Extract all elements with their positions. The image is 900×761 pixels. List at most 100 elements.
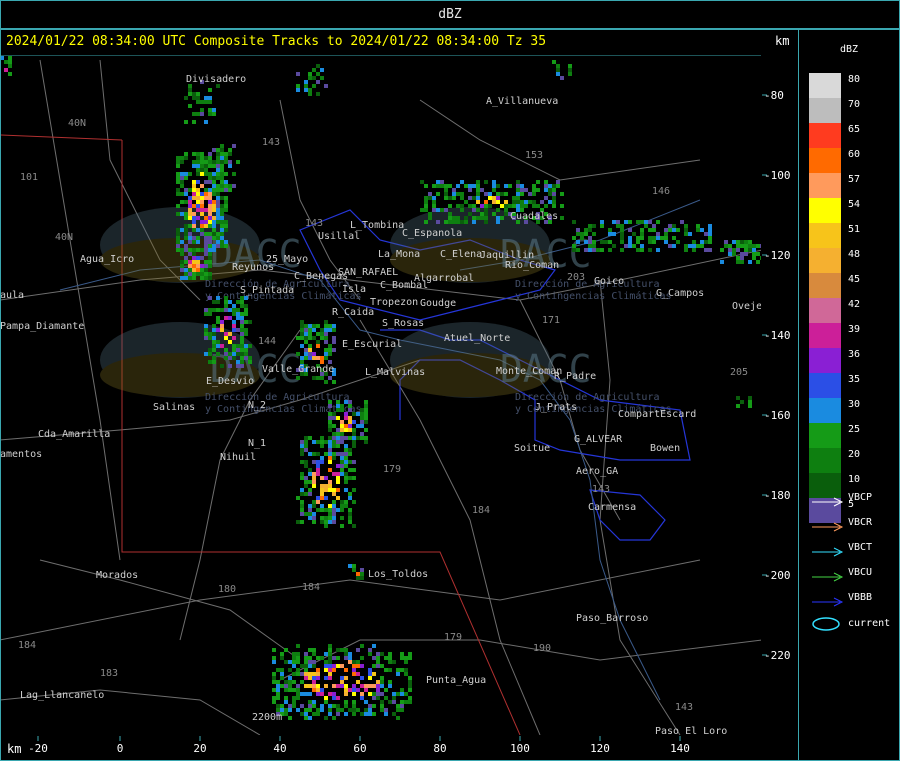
echo-pixel	[688, 232, 692, 236]
echo-pixel	[544, 204, 548, 208]
echo-pixel	[372, 644, 376, 648]
echo-pixel	[304, 484, 308, 488]
legend-swatch	[809, 98, 841, 123]
radar-map[interactable]: DACCDACCDACCDACCDirección de Agricultura…	[0, 0, 900, 761]
echo-pixel	[332, 436, 336, 440]
echo-pixel	[212, 340, 216, 344]
echo-pixel	[748, 404, 752, 408]
echo-pixel	[228, 188, 232, 192]
echo-pixel	[324, 488, 328, 492]
echo-pixel	[232, 352, 236, 356]
echo-pixel	[212, 356, 216, 360]
echo-pixel	[404, 672, 408, 676]
echo-pixel	[452, 216, 456, 220]
echo-pixel	[244, 332, 248, 336]
echo-pixel	[312, 660, 316, 664]
echo-pixel	[752, 256, 756, 260]
echo-pixel	[316, 80, 320, 84]
echo-pixel	[336, 696, 340, 700]
echo-pixel	[336, 432, 340, 436]
echo-pixel	[208, 276, 212, 280]
echo-pixel	[756, 244, 760, 248]
echo-pixel	[204, 248, 208, 252]
echo-pixel	[328, 400, 332, 404]
echo-pixel	[476, 188, 480, 192]
echo-pixel	[196, 256, 200, 260]
echo-pixel	[212, 248, 216, 252]
echo-pixel	[328, 424, 332, 428]
echo-pixel	[600, 240, 604, 244]
echo-pixel	[192, 228, 196, 232]
echo-pixel	[656, 236, 660, 240]
echo-pixel	[212, 228, 216, 232]
echo-pixel	[372, 712, 376, 716]
echo-pixel	[192, 180, 196, 184]
echo-pixel	[576, 228, 580, 232]
echo-pixel	[756, 252, 760, 256]
echo-pixel	[756, 260, 760, 264]
echo-pixel	[708, 232, 712, 236]
echo-pixel	[304, 692, 308, 696]
echo-pixel	[284, 696, 288, 700]
echo-pixel	[636, 240, 640, 244]
echo-pixel	[372, 696, 376, 700]
echo-pixel	[744, 248, 748, 252]
echo-pixel	[336, 656, 340, 660]
echo-pixel	[180, 240, 184, 244]
echo-pixel	[488, 196, 492, 200]
echo-pixel	[516, 200, 520, 204]
place-label: C_Elena	[440, 249, 482, 260]
echo-pixel	[740, 240, 744, 244]
track-arrow-icon	[812, 542, 844, 557]
echo-pixel	[744, 244, 748, 248]
echo-pixel	[216, 188, 220, 192]
echo-pixel	[364, 404, 368, 408]
echo-pixel	[284, 680, 288, 684]
echo-pixel	[292, 672, 296, 676]
echo-pixel	[196, 228, 200, 232]
echo-pixel	[608, 232, 612, 236]
echo-pixel	[360, 644, 364, 648]
echo-pixel	[308, 648, 312, 652]
echo-pixel	[344, 444, 348, 448]
echo-pixel	[380, 704, 384, 708]
echo-pixel	[196, 216, 200, 220]
route-label: 179	[444, 632, 462, 643]
echo-pixel	[696, 244, 700, 248]
echo-pixel	[192, 240, 196, 244]
echo-pixel	[204, 240, 208, 244]
echo-pixel	[684, 232, 688, 236]
echo-pixel	[640, 244, 644, 248]
echo-pixel	[388, 684, 392, 688]
echo-pixel	[364, 412, 368, 416]
x-tick-label: 120	[590, 742, 610, 755]
echo-pixel	[212, 244, 216, 248]
echo-pixel	[272, 648, 276, 652]
echo-pixel	[324, 484, 328, 488]
track-arrow-icon	[812, 517, 844, 532]
echo-pixel	[184, 276, 188, 280]
echo-pixel	[312, 356, 316, 360]
echo-pixel	[352, 460, 356, 464]
echo-pixel	[480, 216, 484, 220]
echo-pixel	[212, 232, 216, 236]
echo-pixel	[400, 704, 404, 708]
echo-pixel	[344, 504, 348, 508]
echo-pixel	[444, 184, 448, 188]
echo-pixel	[512, 196, 516, 200]
place-label: R_Padre	[554, 371, 596, 382]
legend-value: 42	[848, 299, 861, 310]
echo-pixel	[192, 96, 196, 100]
echo-pixel	[308, 452, 312, 456]
echo-pixel	[696, 224, 700, 228]
echo-pixel	[316, 688, 320, 692]
echo-pixel	[388, 700, 392, 704]
echo-pixel	[304, 84, 308, 88]
echo-pixel	[196, 248, 200, 252]
echo-pixel	[392, 692, 396, 696]
echo-pixel	[240, 328, 244, 332]
echo-pixel	[304, 492, 308, 496]
echo-pixel	[512, 204, 516, 208]
km-unit-top: km	[775, 34, 790, 48]
echo-pixel	[496, 192, 500, 196]
